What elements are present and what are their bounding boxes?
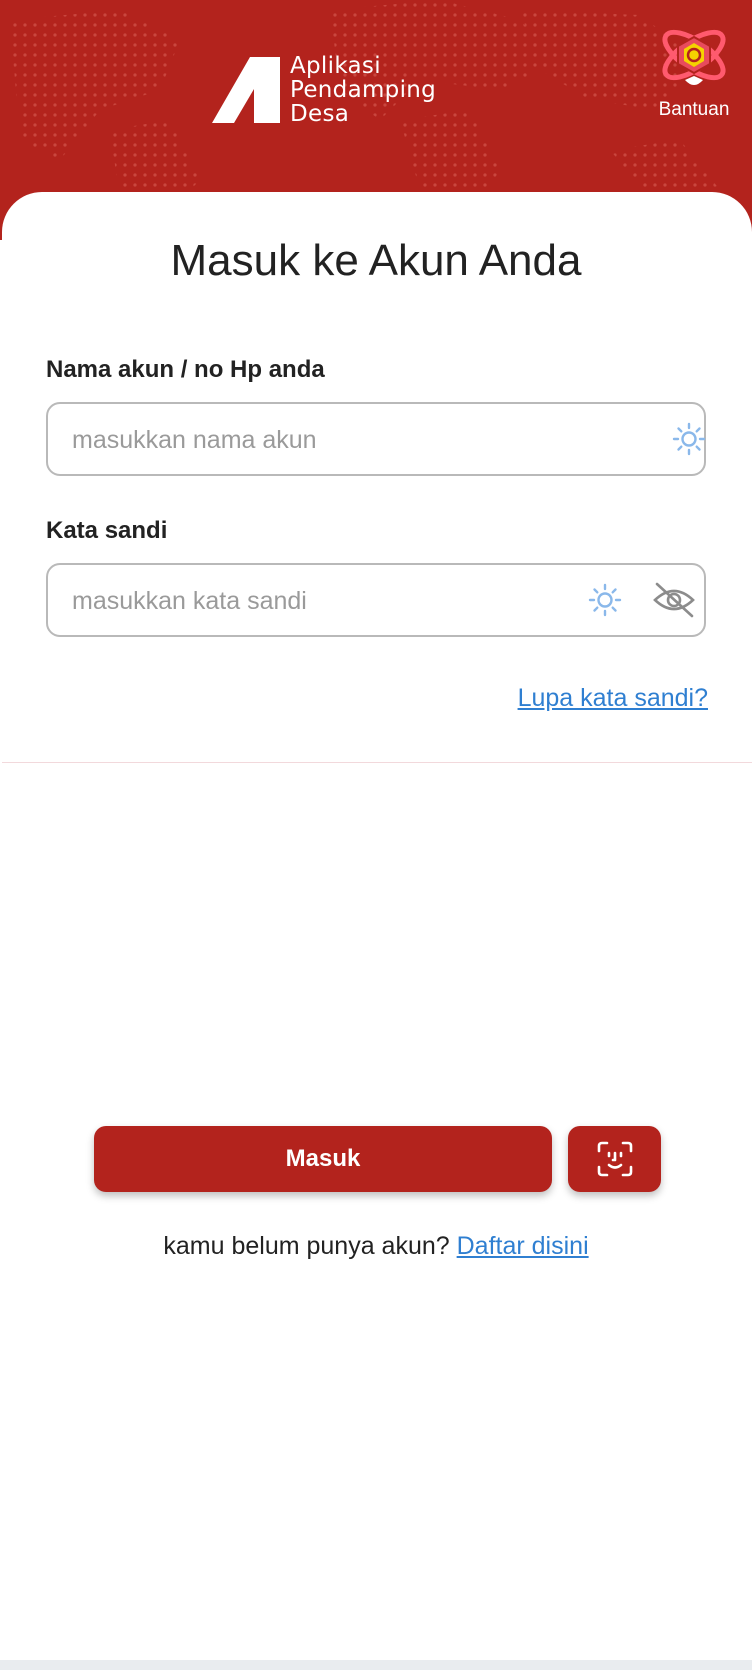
username-field[interactable] [46,402,706,476]
face-login-button[interactable] [568,1126,661,1192]
eye-off-icon[interactable] [652,580,696,620]
page-title: Masuk ke Akun Anda [170,236,582,285]
login-button[interactable]: Masuk [94,1126,552,1192]
signup-prompt-text: kamu belum punya akun? [163,1232,457,1260]
username-input[interactable] [70,404,574,476]
logo-text: Aplikasi Pendamping Desa [290,54,436,126]
face-scan-icon [597,1141,632,1177]
autofill-sparkle-icon [588,583,622,617]
password-field[interactable] [46,563,706,637]
password-input[interactable] [70,565,544,637]
login-screen: Aplikasi Pendamping Desa Bantuan Masuk k… [0,0,752,1670]
help-button[interactable]: Bantuan [650,18,738,121]
logo-line-1: Aplikasi [290,53,381,79]
username-label: Nama akun / no Hp anda [46,356,325,383]
forgot-password-link[interactable]: Lupa kata sandi? [518,684,708,713]
logo-line-2: Pendamping [290,77,437,103]
help-label: Bantuan [658,99,730,120]
signup-prompt: kamu belum punya akun? Daftar disini [0,1232,752,1261]
password-label: Kata sandi [46,517,168,544]
logo-line-3: Desa [290,101,350,127]
app-logo: Aplikasi Pendamping Desa [210,52,436,128]
autofill-sparkle-icon [672,422,706,456]
atom-hexagon-icon [662,29,726,85]
signup-link[interactable]: Daftar disini [457,1232,589,1260]
logo-mark-icon [212,57,280,123]
